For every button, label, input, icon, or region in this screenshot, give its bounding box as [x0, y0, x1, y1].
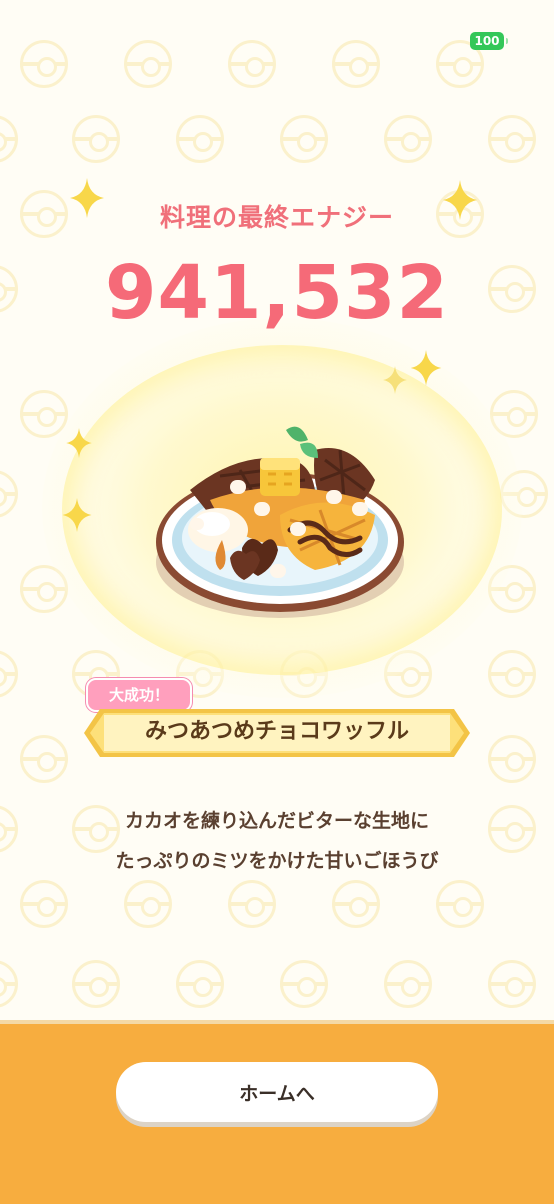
dish-image — [156, 426, 404, 618]
sparkle-icon — [62, 498, 92, 532]
dish-name: みつあつめチョコワッフル — [144, 719, 409, 744]
sparkle-icon — [66, 428, 92, 458]
dish-description-line-1: カカオを練り込んだビターな生地に — [124, 810, 429, 832]
battery-indicator: 100 — [470, 32, 508, 50]
dish-description-line-2: たっぷりのミツをかけた甘いごほうび — [115, 850, 439, 872]
sparkle-icon — [70, 178, 104, 218]
sparkle-icon — [443, 180, 477, 220]
home-button[interactable]: ホームへ — [116, 1062, 438, 1122]
sparkle-icon — [383, 366, 407, 394]
final-energy-value: 941,532 — [104, 250, 450, 336]
sparkle-icon — [410, 350, 442, 386]
